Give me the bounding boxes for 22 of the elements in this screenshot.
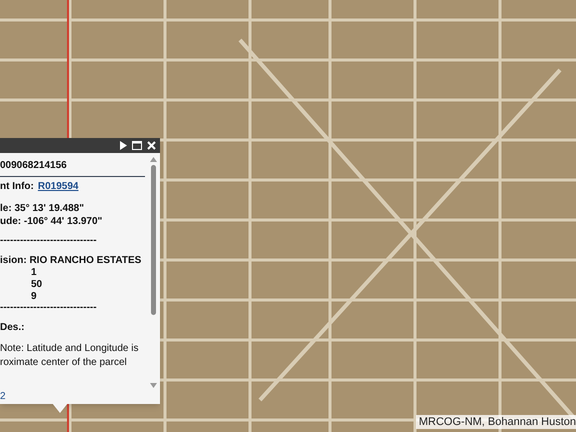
maximize-icon[interactable] xyxy=(132,141,142,150)
info-value: 1 xyxy=(30,267,37,279)
scrollbar[interactable] xyxy=(149,157,157,388)
info-line: ude: -106° 44' 13.970" xyxy=(0,215,104,228)
note-line: roximate center of the parcel xyxy=(0,356,128,370)
play-icon[interactable] xyxy=(120,141,127,150)
close-icon[interactable] xyxy=(147,141,156,150)
account-link[interactable]: R019594 xyxy=(38,180,78,194)
map-attribution: MRCOG-NM, Bohannan Huston xyxy=(416,415,576,429)
dashed-separator: ----------------------------- xyxy=(0,303,97,313)
info-value: 50 xyxy=(30,279,42,291)
dashed-separator: ----------------------------- xyxy=(0,236,97,246)
info-value: 9 xyxy=(30,291,37,303)
scroll-up-arrow-icon[interactable] xyxy=(150,157,156,162)
info-line: le: 35° 13' 19.488" xyxy=(0,202,85,215)
account-info-label: nt Info: xyxy=(0,180,34,194)
zoom-link[interactable]: 2 xyxy=(0,388,6,404)
scroll-down-arrow-icon[interactable] xyxy=(150,383,156,388)
parcel-id: 009068214156 xyxy=(0,159,68,173)
info-line: Des.: xyxy=(0,321,26,334)
info-line: ision: RIO RANCHO ESTATES xyxy=(0,254,142,267)
note-line: Note: Latitude and Longitude is xyxy=(0,342,140,356)
